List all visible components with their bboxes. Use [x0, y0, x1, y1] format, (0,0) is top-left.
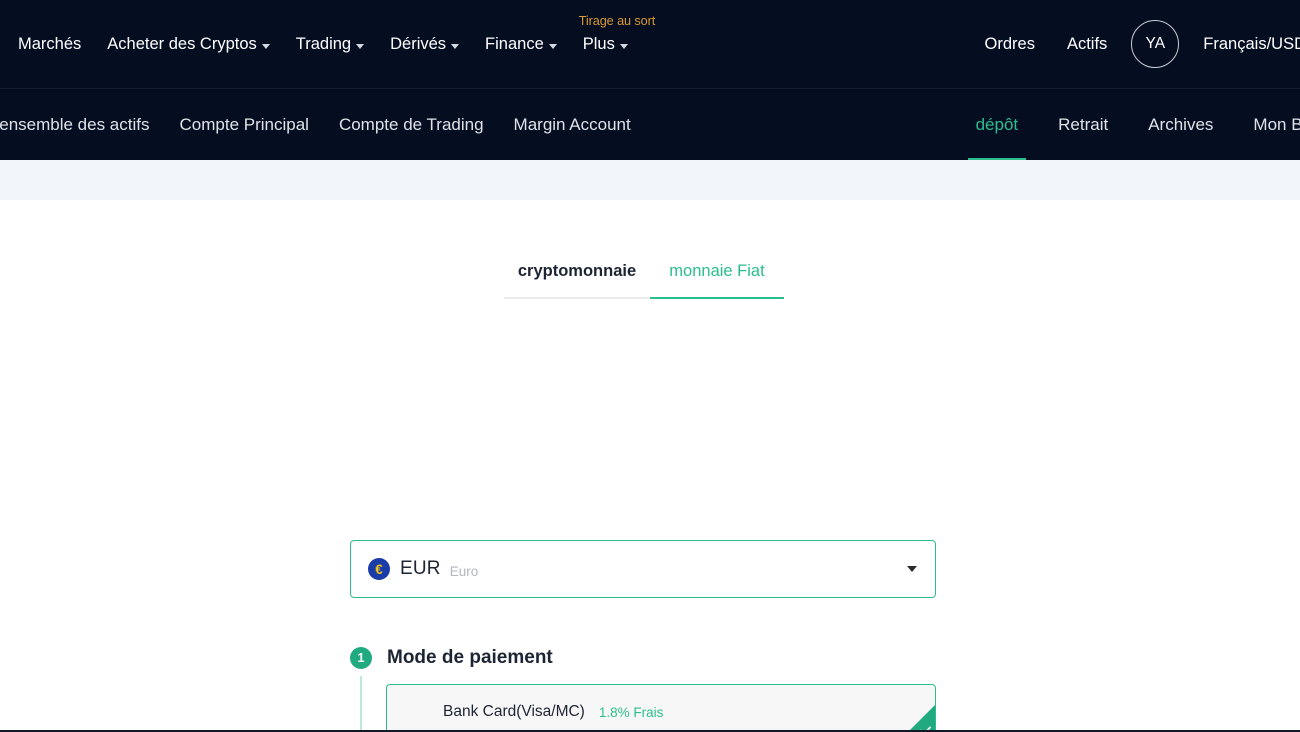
- subnav-item-main-account[interactable]: Compte Principal: [165, 89, 324, 160]
- top-nav-user-area: Ordres Actifs YA Français/USD: [969, 0, 1300, 88]
- tab-cryptocurrency[interactable]: cryptomonnaie: [504, 262, 650, 299]
- step-payment-method: 1 Mode de paiement: [350, 647, 553, 669]
- page-separator-band: [0, 160, 1300, 200]
- currency-name: Euro: [449, 563, 479, 579]
- step-title: Mode de paiement: [387, 647, 553, 668]
- account-sub-navigation: 'ensemble des actifs Compte Principal Co…: [0, 88, 1300, 160]
- subnav-item-deposit[interactable]: dépôt: [956, 89, 1039, 160]
- payment-method-option-bank-card[interactable]: Bank Card(Visa/MC) 1.8% Frais: [386, 684, 936, 732]
- avatar-initials: YA: [1145, 35, 1166, 52]
- promo-badge: Tirage au sort: [578, 13, 656, 28]
- subnav-item-asset-overview[interactable]: 'ensemble des actifs: [0, 89, 165, 160]
- euro-coin-icon: €: [368, 558, 390, 580]
- nav-item-label: Finance: [485, 34, 544, 53]
- chevron-down-icon: [356, 43, 365, 49]
- currency-code: EUR: [400, 558, 441, 579]
- top-navigation-bar: Marchés Acheter des Cryptos Trading Déri…: [0, 0, 1300, 88]
- nav-item-label: Actifs: [1066, 34, 1108, 53]
- step-connector-line: [360, 676, 362, 732]
- account-sub-nav-links: 'ensemble des actifs Compte Principal Co…: [0, 89, 646, 160]
- nav-item-label: Français/USD: [1203, 34, 1300, 53]
- deposit-panel: cryptomonnaie monnaie Fiat € EUR Euro 1 …: [0, 200, 1300, 732]
- chevron-down-icon: [451, 43, 460, 49]
- nav-item-marches[interactable]: Marchés: [18, 35, 94, 54]
- nav-item-label: Ordres: [984, 34, 1035, 53]
- nav-item-label: Marchés: [18, 34, 82, 53]
- nav-item-label: Acheter des Cryptos: [107, 34, 257, 53]
- chevron-down-icon: [619, 43, 628, 49]
- nav-item-label: Dérivés: [390, 34, 447, 53]
- subnav-item-my-bonus[interactable]: Mon Bo: [1233, 89, 1300, 160]
- nav-item-orders[interactable]: Ordres: [969, 35, 1051, 54]
- subnav-item-archives[interactable]: Archives: [1128, 89, 1233, 160]
- chevron-down-icon: [261, 43, 270, 49]
- payment-method-label: Bank Card(Visa/MC): [443, 703, 585, 720]
- nav-item-acheter-des-cryptos[interactable]: Acheter des Cryptos: [94, 35, 282, 54]
- step-number-badge: 1: [350, 647, 372, 669]
- nav-item-language-currency[interactable]: Français/USD: [1187, 35, 1300, 54]
- nav-item-trading[interactable]: Trading: [283, 35, 377, 54]
- currency-select[interactable]: € EUR Euro: [350, 540, 936, 598]
- nav-item-label: Trading: [295, 34, 352, 53]
- nav-item-finance[interactable]: Finance: [472, 35, 570, 54]
- tab-fiat-currency[interactable]: monnaie Fiat: [650, 262, 784, 299]
- account-sub-nav-actions: dépôt Retrait Archives Mon Bo: [956, 89, 1300, 160]
- top-nav-links: Marchés Acheter des Cryptos Trading Déri…: [0, 14, 656, 54]
- nav-item-label: Plus: [582, 34, 615, 53]
- deposit-type-tabs: cryptomonnaie monnaie Fiat: [504, 262, 784, 299]
- chevron-down-icon: [548, 43, 557, 49]
- subnav-item-withdraw[interactable]: Retrait: [1038, 89, 1128, 160]
- subnav-item-margin-account[interactable]: Margin Account: [499, 89, 646, 160]
- chevron-down-icon[interactable]: [907, 566, 917, 572]
- avatar[interactable]: YA: [1131, 20, 1180, 68]
- nav-item-assets[interactable]: Actifs: [1051, 35, 1123, 54]
- nav-item-plus[interactable]: Tirage au sort Plus: [570, 14, 656, 54]
- subnav-item-trading-account[interactable]: Compte de Trading: [324, 89, 499, 160]
- nav-item-derives[interactable]: Dérivés: [377, 35, 472, 54]
- payment-method-fee: 1.8% Frais: [598, 704, 664, 720]
